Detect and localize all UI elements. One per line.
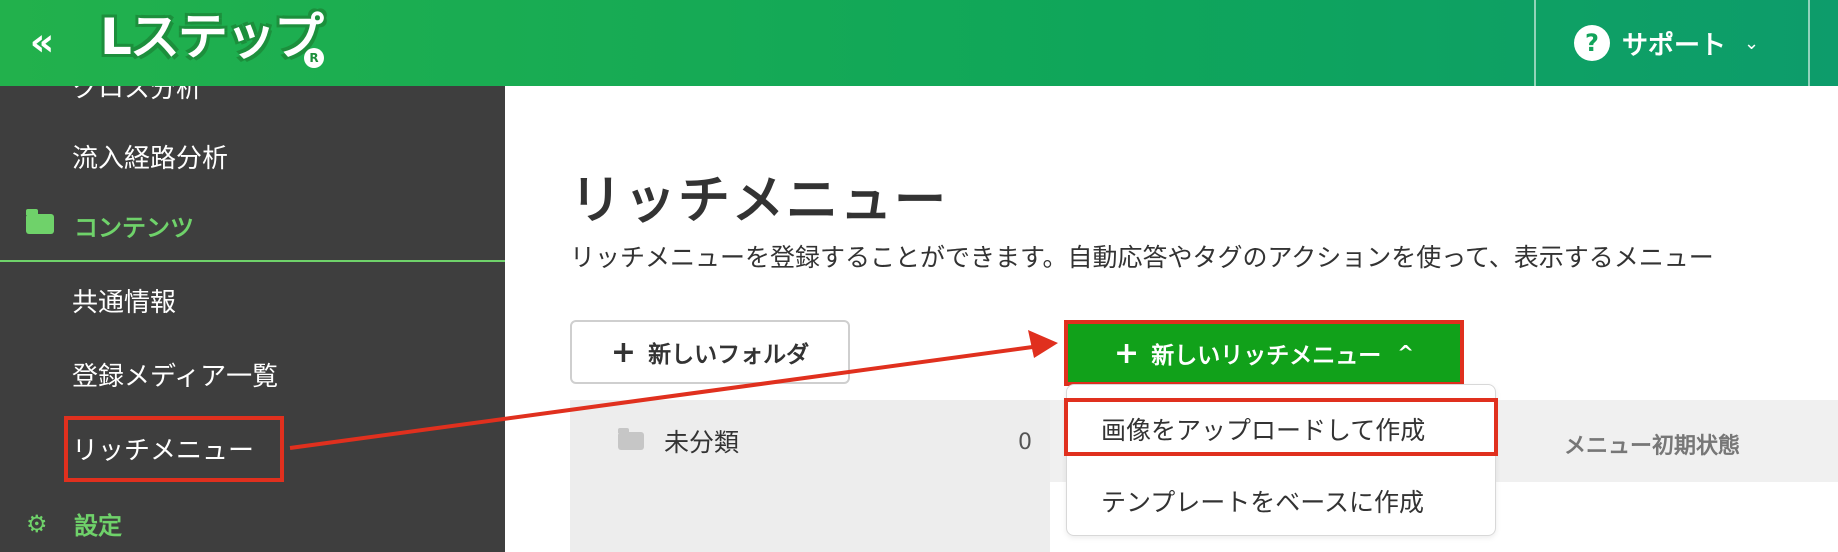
new-folder-button[interactable]: + 新しいフォルダ [570, 320, 850, 384]
dropdown-highlight-box [1064, 398, 1498, 456]
gear-icon: ⚙ [26, 509, 48, 538]
help-icon: ? [1574, 25, 1610, 61]
arrow-head [1028, 330, 1058, 358]
folder-open-icon [26, 208, 54, 240]
sidebar-item-inflow-analysis[interactable]: 流入経路分析 [72, 138, 228, 175]
sidebar: クロス分析 流入経路分析 コンテンツ 共通情報 登録メディア一覧 リッチメニュー… [0, 86, 505, 552]
folder-icon [618, 428, 644, 450]
sidebar-highlight-box [64, 416, 284, 482]
button-label: 新しいフォルダ [648, 342, 810, 368]
sidebar-item-common-info[interactable]: 共通情報 [72, 282, 176, 319]
button-label: 新しいリッチメニュー [1151, 343, 1382, 369]
column-header-initial-state: メニュー初期状態 [1564, 434, 1741, 459]
support-menu-button[interactable]: ? サポート ⌄ [1540, 0, 1808, 86]
plus-icon: + [1114, 335, 1140, 371]
chevron-up-icon: ^ [1397, 341, 1414, 365]
folder-row-uncategorized[interactable]: 未分類 [570, 400, 1050, 482]
page-description: リッチメニューを登録することができます。自動応答やタグのアクションを使って、表示… [570, 243, 1714, 272]
header-divider [1534, 0, 1536, 86]
sidebar-item-cross-analysis[interactable]: クロス分析 [72, 86, 202, 105]
folder-list-panel [570, 482, 1050, 552]
registered-mark: R [304, 48, 324, 68]
top-header: « Lステップ R ? サポート ⌄ [0, 0, 1838, 86]
sidebar-item-media-list[interactable]: 登録メディア一覧 [72, 356, 278, 393]
lstep-logo[interactable]: Lステップ R [100, 6, 330, 72]
chevron-down-icon: ⌄ [1744, 32, 1760, 54]
new-richmenu-button[interactable]: + 新しいリッチメニュー ^ [1064, 320, 1464, 386]
page-title: リッチメニュー [570, 171, 949, 231]
section-label: コンテンツ [74, 214, 194, 242]
header-divider [1808, 0, 1810, 86]
dropdown-item-from-template[interactable]: テンプレートをベースに作成 [1101, 483, 1424, 519]
logo-text: Lステップ [100, 8, 324, 66]
folder-count: 0 [1018, 430, 1032, 455]
folder-name: 未分類 [664, 428, 740, 457]
support-label: サポート [1622, 30, 1727, 61]
sidebar-section-settings[interactable]: ⚙ 設定 [26, 506, 122, 541]
collapse-sidebar-icon[interactable]: « [20, 20, 64, 64]
section-divider [0, 260, 505, 262]
plus-icon: + [610, 334, 637, 370]
section-label: 設定 [74, 512, 122, 540]
sidebar-section-contents[interactable]: コンテンツ [26, 208, 194, 243]
